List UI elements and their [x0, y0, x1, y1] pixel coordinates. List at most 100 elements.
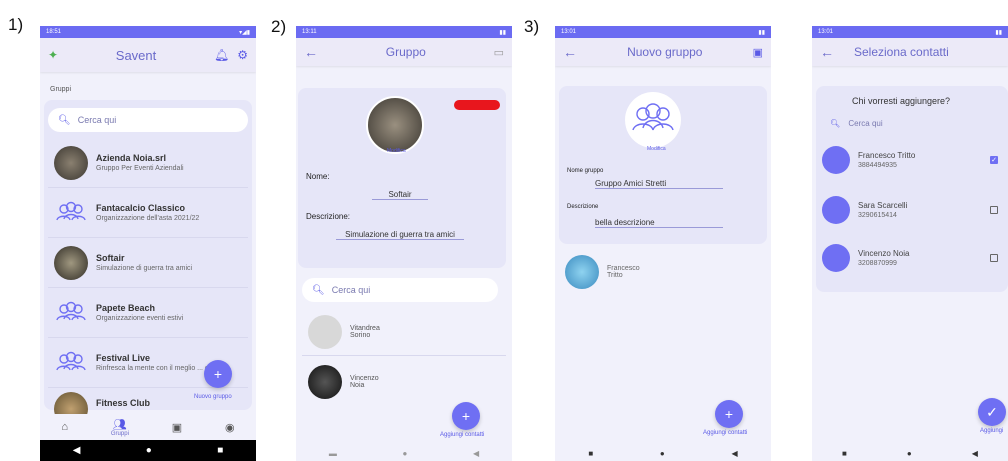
section-title: Gruppi [50, 86, 72, 93]
add-contacts-label: Aggiungi contatti [703, 430, 748, 436]
contact-name: Francesco Tritto [858, 151, 916, 160]
member-avatar [308, 314, 342, 349]
search-input[interactable]: 🔍︎ Cerca qui [302, 278, 498, 302]
status-bar: 13:01 ▮▮ [812, 26, 1008, 38]
group-row[interactable]: Softair Simulazione di guerra tra amici [48, 238, 248, 288]
profile-icon: ◉ [224, 421, 235, 434]
contact-avatar [822, 146, 850, 174]
group-desc: Organizzazione dell'asta 2021/22 [96, 215, 200, 222]
search-placeholder: Cerca qui [331, 285, 371, 295]
system-nav-bar: ■ ● ◀ [555, 445, 771, 461]
status-time: 18:51 [46, 29, 62, 35]
name-label: Nome: [306, 172, 330, 181]
search-input[interactable]: 🔍︎ Cerca qui [830, 119, 883, 128]
tab-profile[interactable]: ◉ [225, 421, 235, 434]
nav-home-icon[interactable]: ● [402, 449, 407, 458]
nav-back-icon[interactable]: ◀ [73, 445, 81, 456]
app-bar: ✦ Savent 🔔︎ ⚙ [40, 38, 256, 72]
group-desc: Organizzazione eventi estivi [96, 315, 184, 322]
contact-checkbox[interactable] [990, 254, 998, 262]
bell-icon[interactable]: 🔔︎ [214, 48, 229, 62]
tab-groups[interactable]: 👥︎ Gruppi [111, 418, 129, 437]
name-field[interactable]: Softair [372, 190, 428, 200]
add-group-label: Nuovo gruppo [194, 394, 232, 400]
group-name: Azienda Noia.srl [96, 153, 167, 163]
nav-back-icon[interactable]: ◀ [731, 449, 737, 458]
group-row[interactable]: Papete Beach Organizzazione eventi estivi [48, 288, 248, 338]
search-input[interactable]: 🔍︎ Cerca qui [48, 108, 248, 132]
tab-calendar[interactable]: ▣ [172, 421, 182, 434]
group-row[interactable]: Azienda Noia.srl Gruppo Per Eventi Aziend… [48, 138, 248, 188]
group-avatar[interactable] [366, 96, 424, 154]
status-bar: 13:11 ▮▮ [296, 26, 512, 38]
member-row[interactable]: Vitandrea Sorino [302, 308, 506, 356]
contact-row[interactable]: Francesco Tritto 3884494935 [816, 136, 1004, 184]
member-avatar [565, 255, 599, 289]
confirm-add-button[interactable]: ✓ [978, 398, 1006, 426]
nav-recents-icon[interactable]: ■ [588, 449, 593, 458]
nav-recents-icon[interactable]: ▬ [329, 449, 337, 458]
screen-number-1: 1) [8, 15, 24, 34]
app-title: Savent [115, 47, 157, 63]
tab-home[interactable]: ⌂ [61, 421, 68, 433]
back-arrow-icon[interactable]: ← [820, 44, 834, 60]
add-contacts-label: Aggiungi contatti [440, 432, 485, 438]
modify-link[interactable]: Modifica [647, 146, 666, 152]
status-time: 13:01 [818, 29, 834, 35]
group-icon [632, 103, 674, 131]
contact-name: Vincenzo Noia [858, 249, 910, 258]
app-logo-icon[interactable]: ✦ [48, 48, 58, 62]
nav-back-icon[interactable]: ◀ [473, 449, 479, 458]
save-icon[interactable]: ▣ [753, 46, 763, 59]
contact-checkbox[interactable]: ✓ [990, 156, 998, 164]
modify-link[interactable]: Modifica [387, 148, 406, 154]
member-row[interactable]: Francesco Tritto [559, 246, 767, 298]
nav-recents-icon[interactable]: ■ [842, 449, 847, 458]
desc-label: Descrizione [567, 204, 599, 210]
group-icon [56, 301, 86, 320]
member-first: Vitandrea [350, 324, 380, 332]
add-group-button[interactable]: + [204, 360, 232, 388]
save-icon[interactable]: ▭ [494, 46, 504, 59]
status-icons: ▮▮ [499, 29, 506, 36]
tab-groups-label: Gruppi [110, 430, 129, 437]
contact-row[interactable]: Vincenzo Noia 3208870999 [816, 234, 1004, 282]
calendar-icon: ▣ [171, 421, 183, 434]
contact-phone: 3884494935 [858, 162, 897, 169]
contact-avatar [822, 244, 850, 272]
search-icon: 🔍︎ [312, 284, 325, 296]
nav-recents-icon[interactable]: ■ [217, 445, 223, 456]
app-bar: ← Nuovo gruppo ▣ [555, 38, 771, 66]
member-first: Francesco [607, 265, 640, 272]
nav-home-icon[interactable]: ● [907, 449, 912, 458]
group-row[interactable]: Fitness Club [48, 388, 248, 414]
group-avatar[interactable] [625, 92, 681, 148]
app-bar: ← Gruppo ▭ [296, 38, 512, 66]
desc-field[interactable]: Simulazione di guerra tra amici [336, 230, 464, 240]
appbar-actions: 🔔︎ ⚙ [214, 48, 248, 62]
name-field[interactable]: Gruppo Amici Stretti [595, 179, 723, 189]
add-contacts-button[interactable]: + [452, 402, 480, 430]
back-arrow-icon[interactable]: ← [304, 44, 318, 60]
group-row[interactable]: Fantacalcio Classico Organizzazione dell'… [48, 188, 248, 238]
add-contacts-button[interactable]: + [715, 400, 743, 428]
back-arrow-icon[interactable]: ← [563, 44, 577, 60]
phone-screen-groups: 18:51 ▾◢▮ ✦ Savent 🔔︎ ⚙ Gruppi 🔍︎ Cerca … [40, 26, 256, 461]
delete-button[interactable] [454, 100, 500, 110]
contact-checkbox[interactable] [990, 206, 998, 214]
gear-icon[interactable]: ⚙ [237, 48, 248, 62]
group-desc: Rinfresca la mente con il meglio ... e..… [96, 365, 215, 372]
group-icon [56, 201, 86, 220]
status-icons: ▾◢▮ [239, 29, 250, 36]
confirm-add-label: Aggiungi [980, 428, 1004, 434]
status-bar: 13:01 ▮▮ [555, 26, 771, 38]
member-last: Tritto [607, 272, 623, 279]
nav-back-icon[interactable]: ◀ [972, 449, 978, 458]
group-avatar [54, 392, 88, 414]
contact-row[interactable]: Sara Scarcelli 3290615414 [816, 186, 1004, 234]
member-row[interactable]: Vincenzo Noia [302, 358, 506, 406]
group-desc: Simulazione di guerra tra amici [96, 265, 193, 272]
nav-home-icon[interactable]: ● [146, 445, 152, 456]
desc-field[interactable]: bella descrizione [595, 218, 723, 228]
nav-home-icon[interactable]: ● [660, 449, 665, 458]
